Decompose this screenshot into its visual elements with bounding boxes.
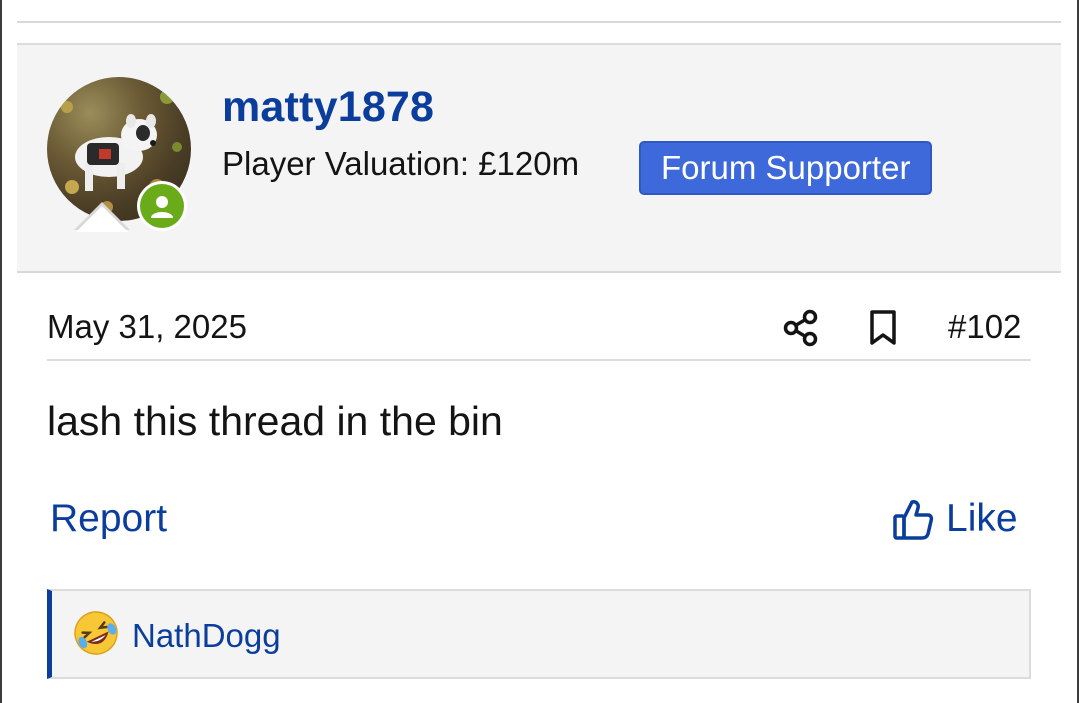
like-button[interactable]: Like: [892, 494, 1018, 544]
bookmark-icon[interactable]: [866, 309, 900, 347]
reaction-user-link[interactable]: NathDogg: [132, 617, 281, 655]
top-separator: [17, 21, 1061, 23]
online-status-badge: [137, 181, 187, 231]
post-body-text: lash this thread in the bin: [47, 398, 503, 444]
like-label: Like: [946, 497, 1018, 540]
user-title-badge: Forum Supporter: [639, 141, 933, 195]
post-number-link[interactable]: #102: [948, 308, 1021, 346]
post-date[interactable]: May 31, 2025: [47, 308, 247, 346]
user-valuation: Player Valuation: £120m: [222, 145, 580, 182]
header-arrow-inner: [76, 206, 128, 232]
frame-border-left: [0, 0, 2, 703]
avatar-container[interactable]: [47, 77, 191, 231]
reactions-bar[interactable]: NathDogg: [47, 589, 1031, 679]
username-link[interactable]: matty1878: [222, 83, 434, 132]
post-attribution-divider: [47, 359, 1031, 361]
report-link[interactable]: Report: [50, 497, 167, 541]
online-user-icon: [140, 184, 184, 228]
thumbs-up-icon: [893, 500, 934, 540]
laughing-emoji-icon[interactable]: [72, 609, 120, 657]
post-user-header: matty1878 Player Valuation: £120m Forum …: [17, 43, 1061, 273]
share-icon[interactable]: [783, 309, 819, 347]
